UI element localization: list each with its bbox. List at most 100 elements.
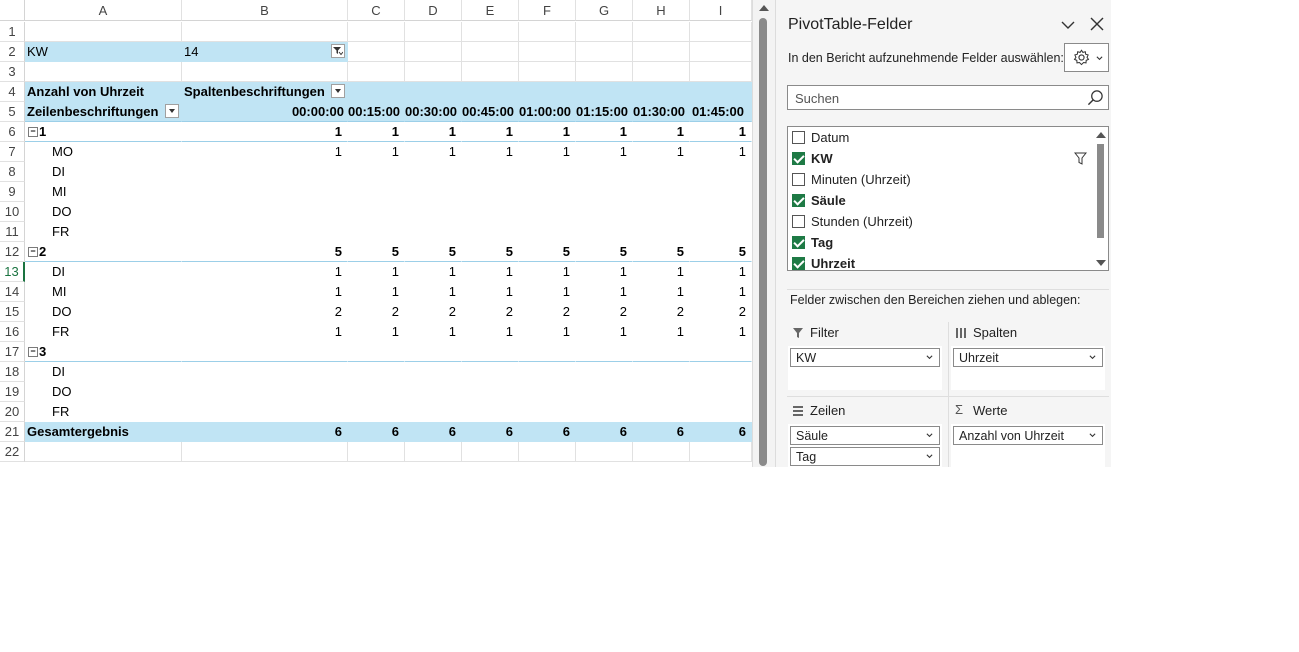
cell-f4[interactable] — [519, 82, 576, 102]
cell-h6[interactable]: 1 — [633, 122, 690, 142]
cell-d22[interactable] — [405, 442, 462, 462]
cell-c13[interactable]: 1 — [348, 262, 405, 282]
field-item[interactable]: Datum — [792, 128, 1092, 149]
cell-c19[interactable] — [348, 382, 405, 402]
cell-d19[interactable] — [405, 382, 462, 402]
cell-g22[interactable] — [576, 442, 633, 462]
cell-g8[interactable] — [576, 162, 633, 182]
cell-d20[interactable] — [405, 402, 462, 422]
cell-e10[interactable] — [462, 202, 519, 222]
cell-h11[interactable] — [633, 222, 690, 242]
cell-g9[interactable] — [576, 182, 633, 202]
cell-a12[interactable]: −2 — [25, 242, 182, 262]
cell-f21[interactable]: 6 — [519, 422, 576, 442]
cell-g19[interactable] — [576, 382, 633, 402]
cell-f2[interactable] — [519, 42, 576, 62]
cell-b20[interactable] — [182, 402, 348, 422]
cell-c4[interactable] — [348, 82, 405, 102]
cell-e7[interactable]: 1 — [462, 142, 519, 162]
cell-f9[interactable] — [519, 182, 576, 202]
cell-h15[interactable]: 2 — [633, 302, 690, 322]
row-header[interactable]: 7 — [0, 142, 25, 162]
cell-e4[interactable] — [462, 82, 519, 102]
cell-i8[interactable] — [690, 162, 752, 182]
cell-d15[interactable]: 2 — [405, 302, 462, 322]
row-header[interactable]: 19 — [0, 382, 25, 402]
cell-a14[interactable]: MI — [25, 282, 182, 302]
cell-e20[interactable] — [462, 402, 519, 422]
cell-c11[interactable] — [348, 222, 405, 242]
cell-a20[interactable]: FR — [25, 402, 182, 422]
cell-d16[interactable]: 1 — [405, 322, 462, 342]
cell-f5[interactable]: 01:00:00 — [519, 102, 576, 122]
cell-a16[interactable]: FR — [25, 322, 182, 342]
row-header[interactable]: 4 — [0, 82, 25, 102]
cell-c3[interactable] — [348, 62, 405, 82]
sheet-vertical-scrollbar[interactable] — [752, 0, 776, 467]
cell-e9[interactable] — [462, 182, 519, 202]
row-header[interactable]: 1 — [0, 22, 25, 42]
cell-f14[interactable]: 1 — [519, 282, 576, 302]
cell-e17[interactable] — [462, 342, 519, 362]
column-header-c[interactable]: C — [348, 0, 405, 21]
filter-field-pill[interactable]: KW — [790, 348, 940, 367]
cell-i20[interactable] — [690, 402, 752, 422]
cell-d17[interactable] — [405, 342, 462, 362]
cell-d14[interactable]: 1 — [405, 282, 462, 302]
cell-i3[interactable] — [690, 62, 752, 82]
cell-b8[interactable] — [182, 162, 348, 182]
cell-g5[interactable]: 01:15:00 — [576, 102, 633, 122]
cell-g20[interactable] — [576, 402, 633, 422]
row-header[interactable]: 9 — [0, 182, 25, 202]
cell-a7[interactable]: MO — [25, 142, 182, 162]
field-checkbox[interactable] — [792, 131, 805, 144]
cell-a5[interactable]: Zeilenbeschriftungen — [25, 102, 182, 122]
collapse-button[interactable]: − — [28, 246, 38, 257]
cell-d10[interactable] — [405, 202, 462, 222]
cell-c2[interactable] — [348, 42, 405, 62]
cell-f10[interactable] — [519, 202, 576, 222]
cell-a15[interactable]: DO — [25, 302, 182, 322]
field-checkbox[interactable] — [792, 173, 805, 186]
field-item[interactable]: Uhrzeit — [792, 254, 1092, 270]
values-area[interactable]: Σ Werte Anzahl von Uhrzeit — [951, 400, 1111, 467]
cell-h10[interactable] — [633, 202, 690, 222]
cell-h17[interactable] — [633, 342, 690, 362]
cell-d8[interactable] — [405, 162, 462, 182]
cell-g3[interactable] — [576, 62, 633, 82]
cell-f7[interactable]: 1 — [519, 142, 576, 162]
cell-e14[interactable]: 1 — [462, 282, 519, 302]
cell-f3[interactable] — [519, 62, 576, 82]
cell-a1[interactable] — [25, 22, 182, 42]
row-header[interactable]: 21 — [0, 422, 25, 442]
row-header[interactable]: 18 — [0, 362, 25, 382]
cell-i17[interactable] — [690, 342, 752, 362]
cell-h20[interactable] — [633, 402, 690, 422]
cell-i15[interactable]: 2 — [690, 302, 752, 322]
field-checkbox[interactable] — [792, 215, 805, 228]
cell-d11[interactable] — [405, 222, 462, 242]
field-item[interactable]: Tag — [792, 233, 1092, 254]
field-item[interactable]: KW — [792, 149, 1092, 170]
columns-area[interactable]: Spalten Uhrzeit — [951, 322, 1111, 392]
field-checkbox[interactable] — [792, 152, 805, 165]
cell-g15[interactable]: 2 — [576, 302, 633, 322]
cell-c22[interactable] — [348, 442, 405, 462]
row-header[interactable]: 14 — [0, 282, 25, 302]
cell-i6[interactable]: 1 — [690, 122, 752, 142]
cell-g17[interactable] — [576, 342, 633, 362]
cell-c9[interactable] — [348, 182, 405, 202]
cell-f12[interactable]: 5 — [519, 242, 576, 262]
spreadsheet-grid[interactable]: ABCDEFGHI 1 2 KW 14 3 4 Anzahl von Uhrzeit Spal… — [0, 0, 752, 467]
cell-g6[interactable]: 1 — [576, 122, 633, 142]
cell-b13[interactable]: 1 — [182, 262, 348, 282]
pane-settings-button[interactable] — [1064, 43, 1109, 72]
field-item[interactable]: Säule — [792, 191, 1092, 212]
cell-d2[interactable] — [405, 42, 462, 62]
column-header-e[interactable]: E — [462, 0, 519, 21]
cell-d1[interactable] — [405, 22, 462, 42]
cell-a21[interactable]: Gesamtergebnis — [25, 422, 182, 442]
cell-d4[interactable] — [405, 82, 462, 102]
column-header-b[interactable]: B — [182, 0, 348, 21]
cell-d5[interactable]: 00:30:00 — [405, 102, 462, 122]
